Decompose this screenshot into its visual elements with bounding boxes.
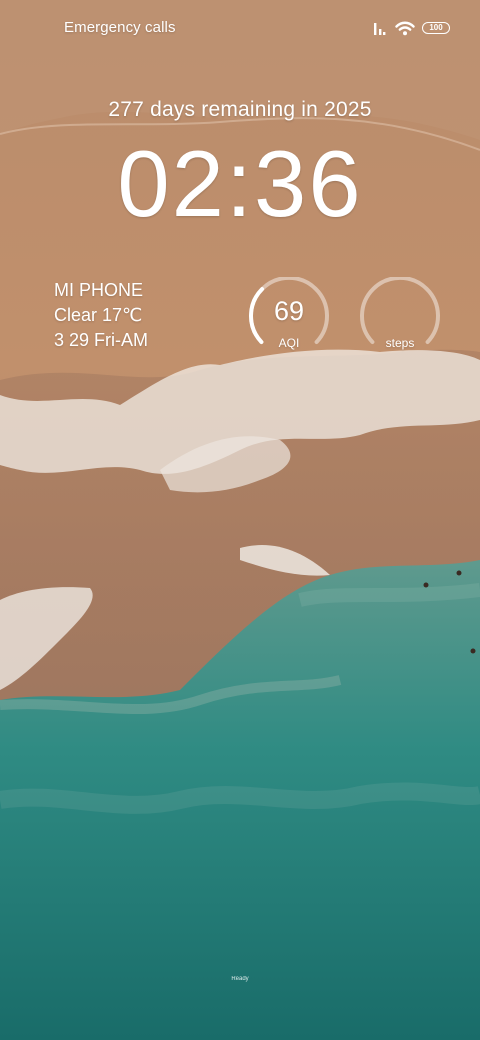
date-text: 3 29 Fri-AM (54, 330, 149, 350)
steps-label: steps (385, 336, 415, 350)
clock-time: 02:36 (117, 131, 363, 236)
steps-widget[interactable]: steps (358, 277, 442, 361)
battery-icon: 100 (422, 22, 450, 34)
status-icons: 100 (372, 18, 450, 38)
emergency-calls-text[interactable]: Emergency calls (64, 19, 176, 36)
info-block: MI PHONE Clear 17℃ 3 29 Fri-AM (54, 278, 148, 353)
aqi-value: 69 (273, 296, 305, 326)
steps-gauge-track (360, 277, 440, 344)
weather-text: Clear 17℃ (54, 305, 143, 325)
home-indicator-text: Ready (231, 976, 249, 982)
aqi-label: AQI (278, 336, 300, 350)
battery-level: 100 (429, 23, 443, 32)
device-name: MI PHONE (54, 280, 144, 300)
aqi-widget[interactable]: 69 AQI (247, 277, 331, 361)
signal-icon (374, 23, 386, 35)
status-bar: Emergency calls 100 (0, 0, 480, 56)
wifi-icon (395, 21, 415, 36)
year-progress-text: 277 days remaining in 2025 (108, 98, 372, 121)
